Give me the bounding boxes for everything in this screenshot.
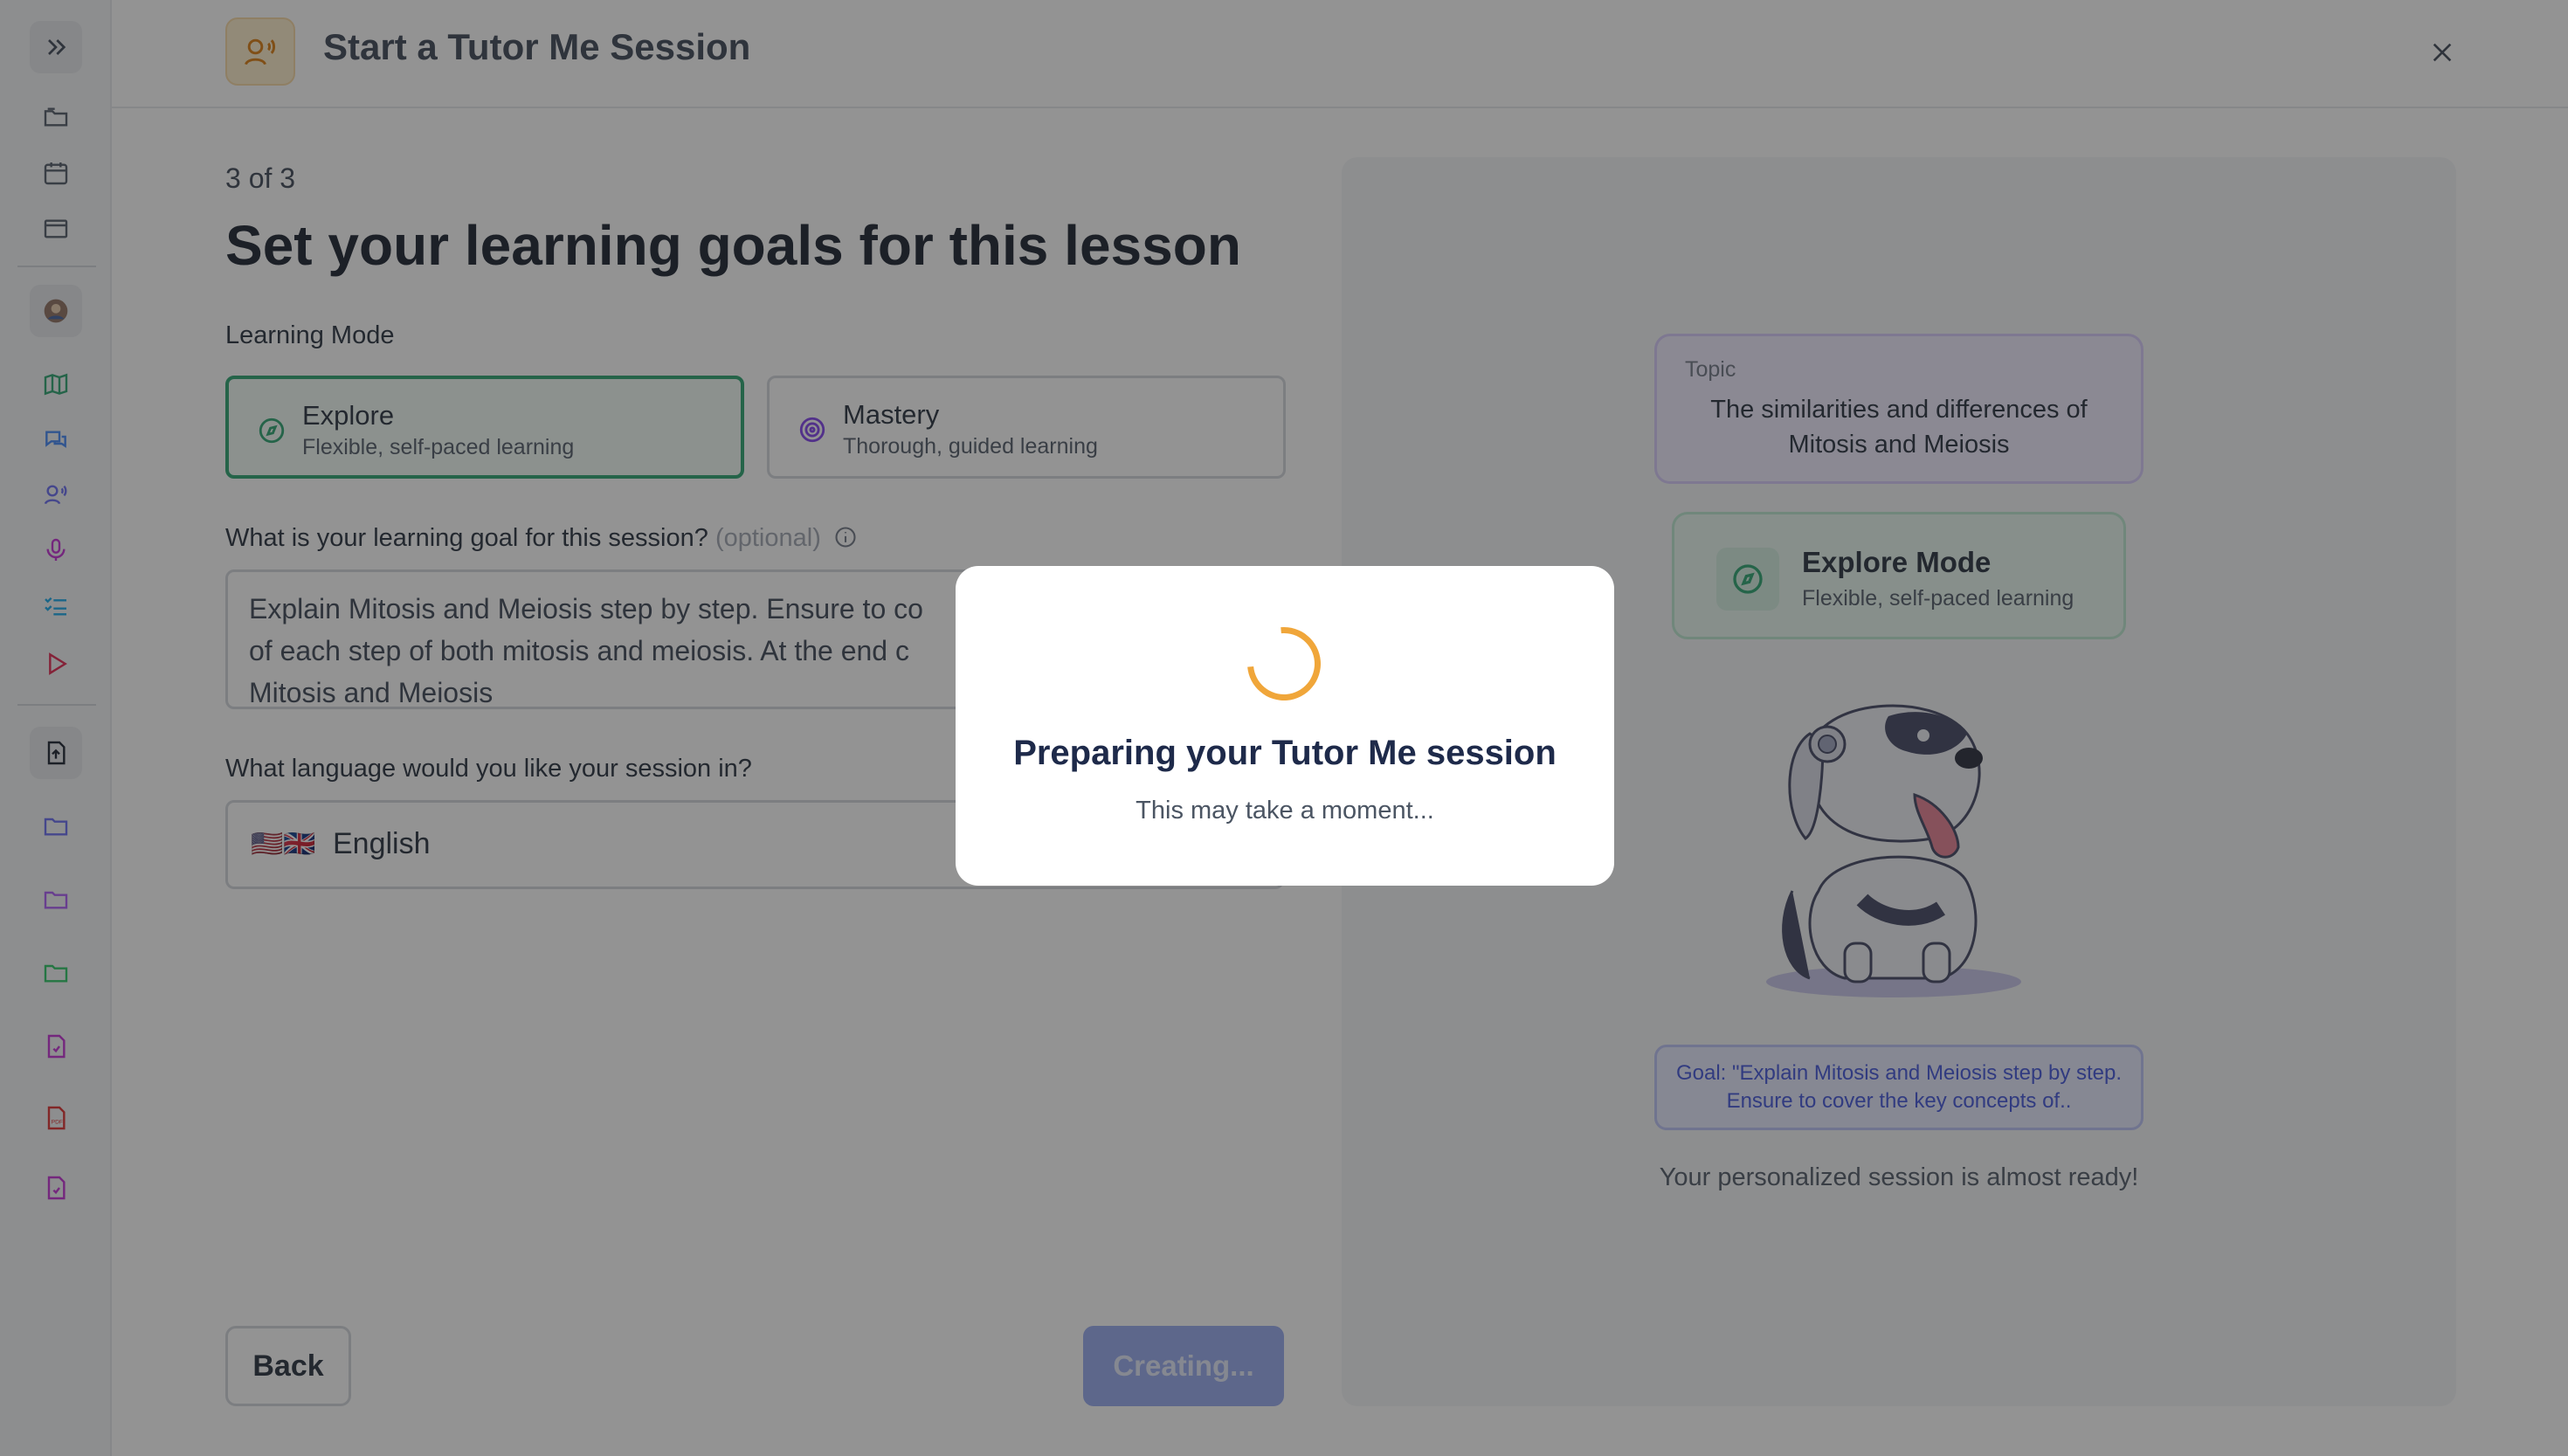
loading-modal: Preparing your Tutor Me session This may… (956, 566, 1614, 886)
loading-spinner-icon (1232, 611, 1336, 716)
modal-title: Preparing your Tutor Me session (1013, 734, 1557, 772)
modal-subtitle: This may take a moment... (1136, 797, 1434, 825)
